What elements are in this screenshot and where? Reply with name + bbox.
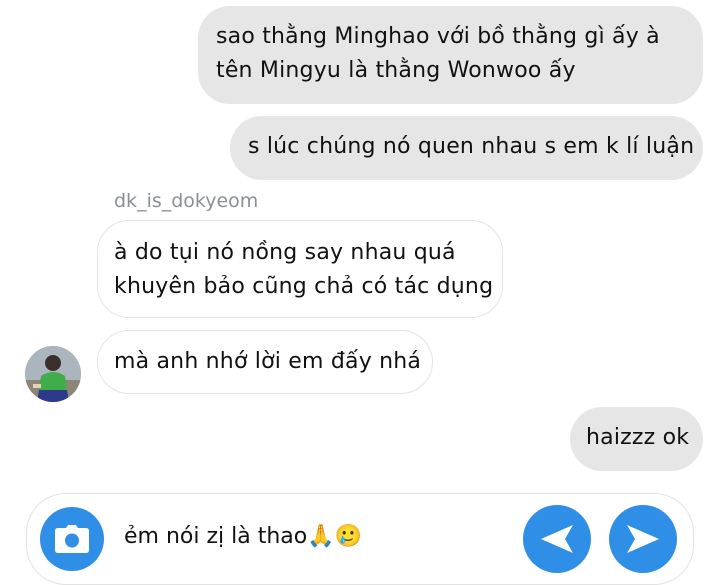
camera-button[interactable] [40, 507, 104, 571]
back-button[interactable] [523, 505, 591, 573]
message-text: à do tụi nó nồng say nhau quá [114, 240, 456, 265]
incoming-message[interactable]: mà anh nhớ lời em đấy nhá [97, 330, 433, 394]
avatar-image [25, 346, 81, 402]
incoming-message[interactable]: à do tụi nó nồng say nhau quá khuyên bảo… [97, 220, 503, 318]
outgoing-message[interactable]: haizzz ok [570, 407, 703, 471]
message-text: khuyên bảo cũng chả có tác dụng [114, 274, 494, 299]
outgoing-message[interactable]: sao thằng Minghao với bồ thằng gì ấy à t… [198, 6, 703, 104]
send-button[interactable] [609, 505, 677, 573]
sender-name: dk_is_dokyeom [114, 190, 259, 212]
message-text: haizzz ok [586, 425, 690, 450]
arrow-left-icon [541, 525, 573, 553]
message-text: sao thằng Minghao với bồ thằng gì ấy à [216, 24, 660, 49]
avatar[interactable] [25, 346, 81, 402]
message-text: tên Mingyu là thằng Wonwoo ấy [216, 58, 576, 83]
message-text: mà anh nhớ lời em đấy nhá [114, 349, 422, 374]
message-text: s lúc chúng nó quen nhau s em k lí luận [248, 134, 695, 159]
camera-icon [55, 525, 89, 553]
outgoing-message[interactable]: s lúc chúng nó quen nhau s em k lí luận [230, 116, 703, 180]
message-input[interactable]: ẻm nói zị là thao🙏🥲 [124, 520, 362, 554]
send-icon [627, 525, 659, 553]
